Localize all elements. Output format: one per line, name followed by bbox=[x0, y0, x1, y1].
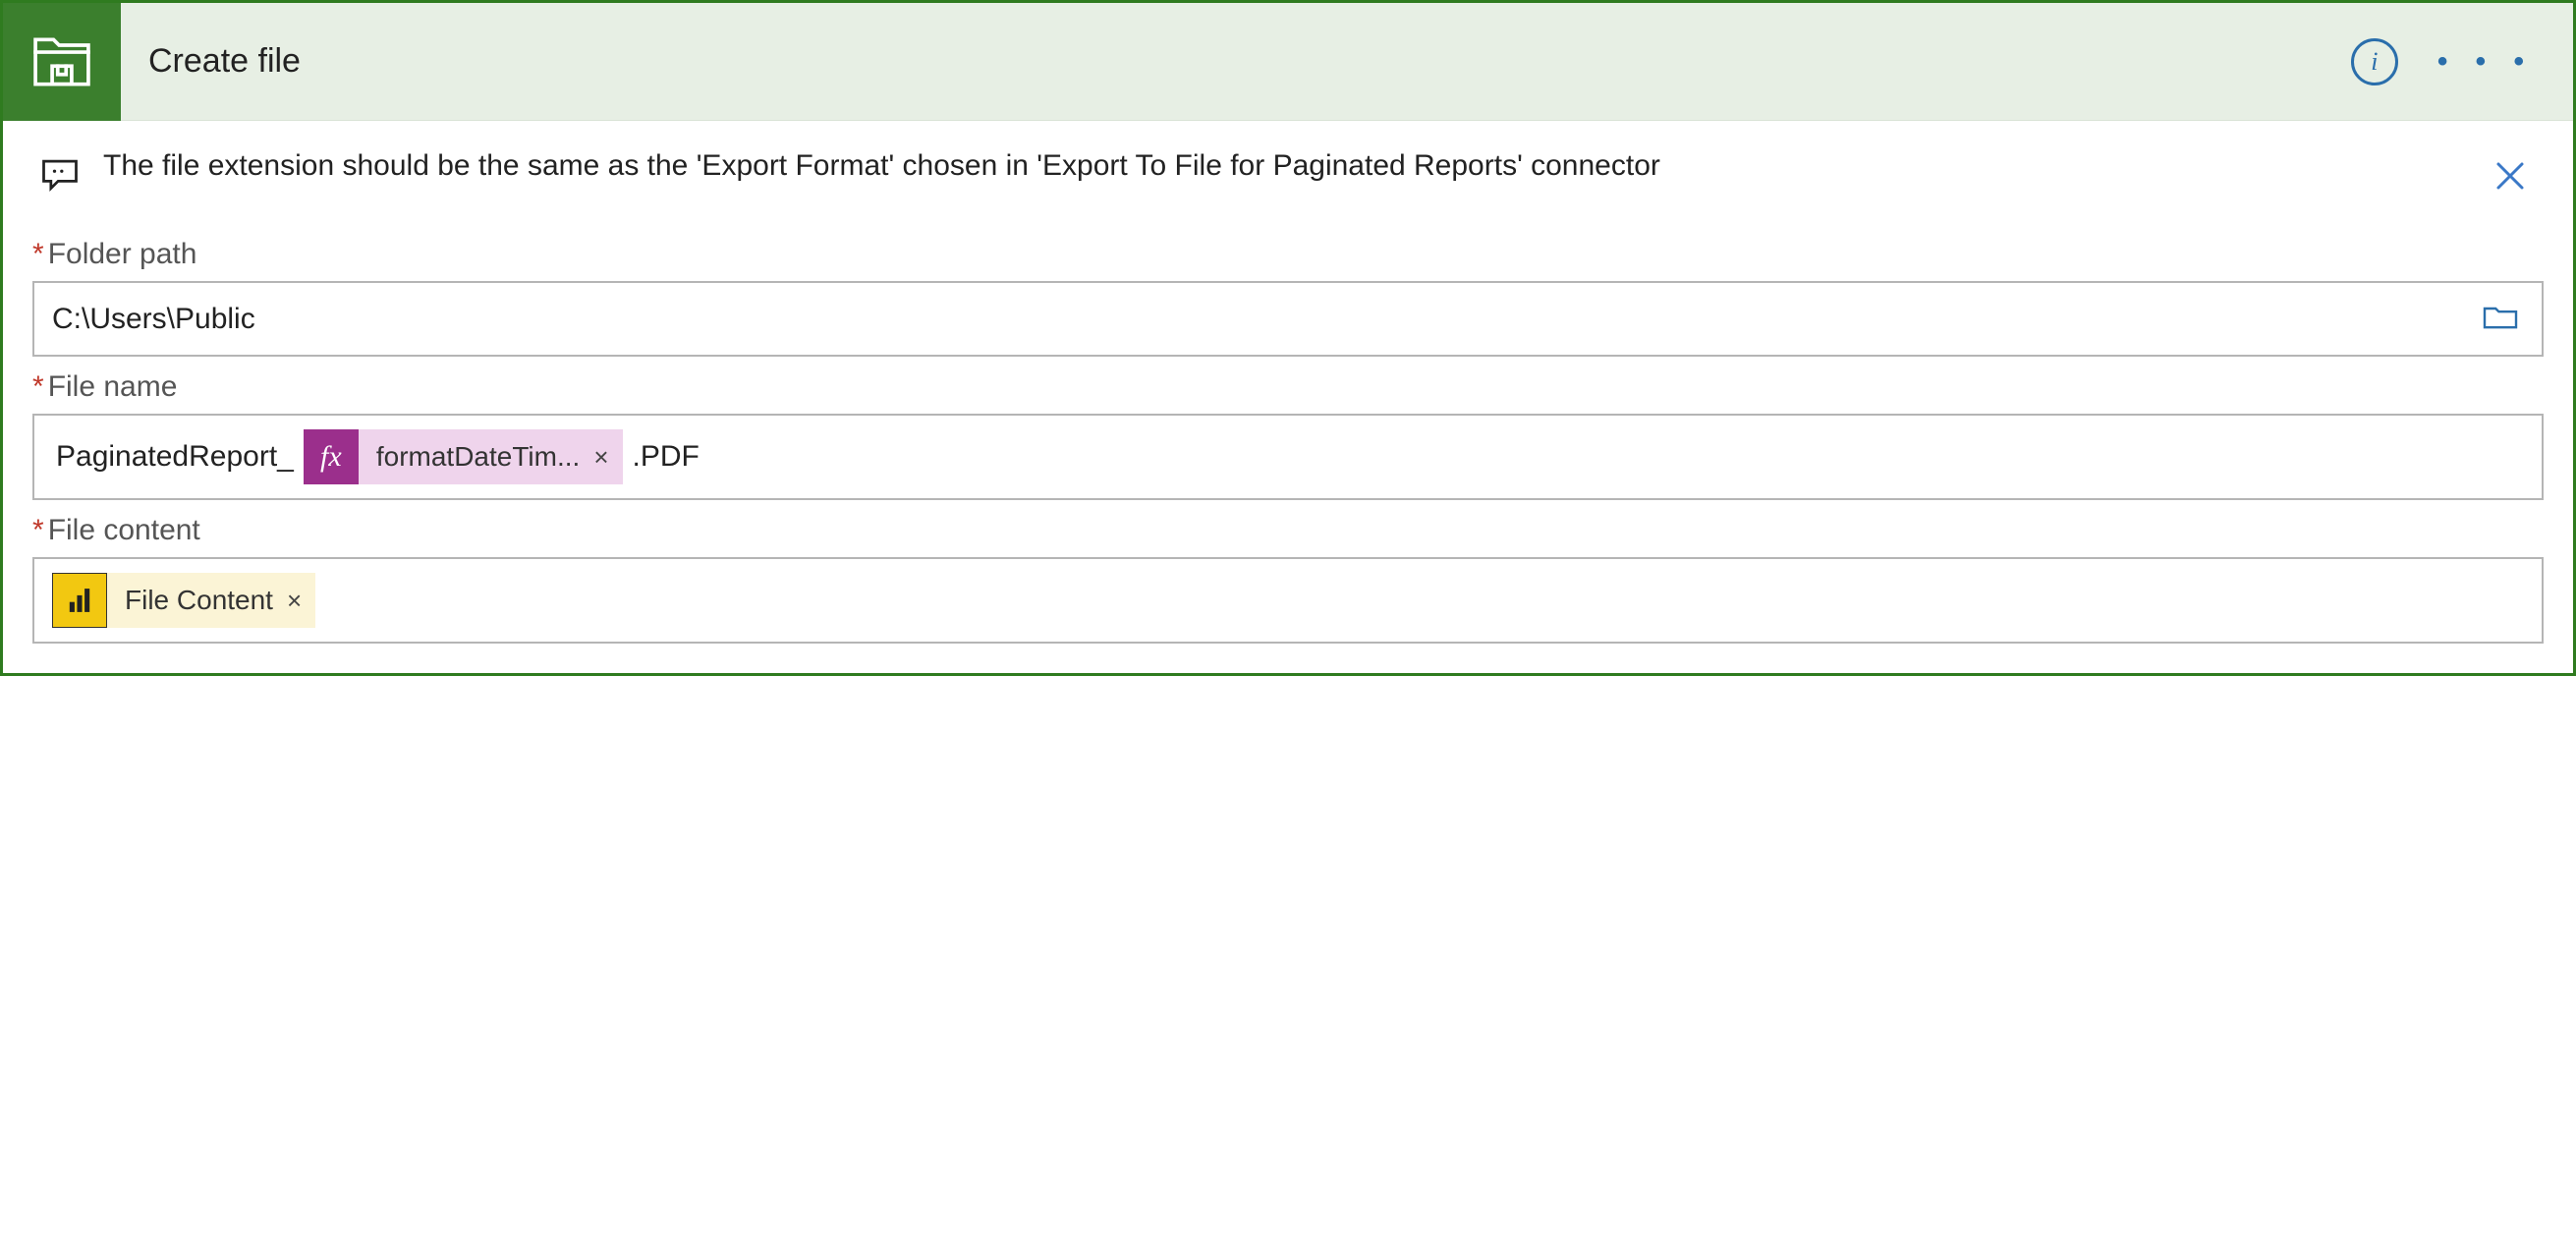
create-file-card: Create file i • • • The file extension s… bbox=[0, 0, 2576, 676]
card-body: The file extension should be the same as… bbox=[3, 121, 2573, 673]
file-name-label: *File name bbox=[32, 370, 2544, 404]
card-title: Create file bbox=[121, 42, 2351, 81]
fx-icon: fx bbox=[304, 429, 359, 484]
expression-token-remove[interactable]: × bbox=[593, 442, 608, 473]
file-name-prefix: PaginatedReport_ bbox=[52, 440, 298, 474]
file-content-input[interactable]: File Content × bbox=[32, 557, 2544, 644]
card-header: Create file i • • • bbox=[3, 3, 2573, 121]
folder-path-label: *Folder path bbox=[32, 238, 2544, 271]
file-name-suffix: .PDF bbox=[629, 440, 703, 474]
required-indicator: * bbox=[32, 370, 44, 403]
expression-token[interactable]: fx formatDateTim... × bbox=[304, 429, 623, 484]
file-content-label: *File content bbox=[32, 514, 2544, 547]
powerbi-icon bbox=[52, 573, 107, 628]
close-icon bbox=[2491, 156, 2530, 196]
folder-save-icon bbox=[28, 28, 95, 95]
powerbi-token-label: File Content bbox=[125, 585, 273, 616]
required-indicator: * bbox=[32, 514, 44, 546]
file-name-input[interactable]: PaginatedReport_ fx formatDateTim... × .… bbox=[32, 414, 2544, 500]
more-menu-button[interactable]: • • • bbox=[2437, 45, 2534, 79]
note-text: The file extension should be the same as… bbox=[103, 146, 2469, 187]
file-content-label-text: File content bbox=[48, 514, 200, 546]
powerbi-token-remove[interactable]: × bbox=[287, 586, 302, 616]
note-close-button[interactable] bbox=[2491, 146, 2538, 200]
folder-picker-button[interactable] bbox=[2477, 297, 2524, 341]
note-row: The file extension should be the same as… bbox=[32, 121, 2544, 224]
info-icon[interactable]: i bbox=[2351, 38, 2398, 85]
connector-icon-box bbox=[3, 3, 121, 121]
file-name-label-text: File name bbox=[48, 370, 178, 403]
folder-path-label-text: Folder path bbox=[48, 238, 197, 270]
powerbi-token[interactable]: File Content × bbox=[52, 573, 315, 628]
header-actions: i • • • bbox=[2351, 38, 2573, 85]
expression-token-label: formatDateTim... bbox=[376, 441, 580, 473]
comment-icon bbox=[38, 152, 82, 196]
folder-path-value: C:\Users\Public bbox=[52, 303, 255, 336]
required-indicator: * bbox=[32, 238, 44, 270]
folder-path-input[interactable]: C:\Users\Public bbox=[32, 281, 2544, 357]
folder-open-icon bbox=[2481, 301, 2520, 332]
